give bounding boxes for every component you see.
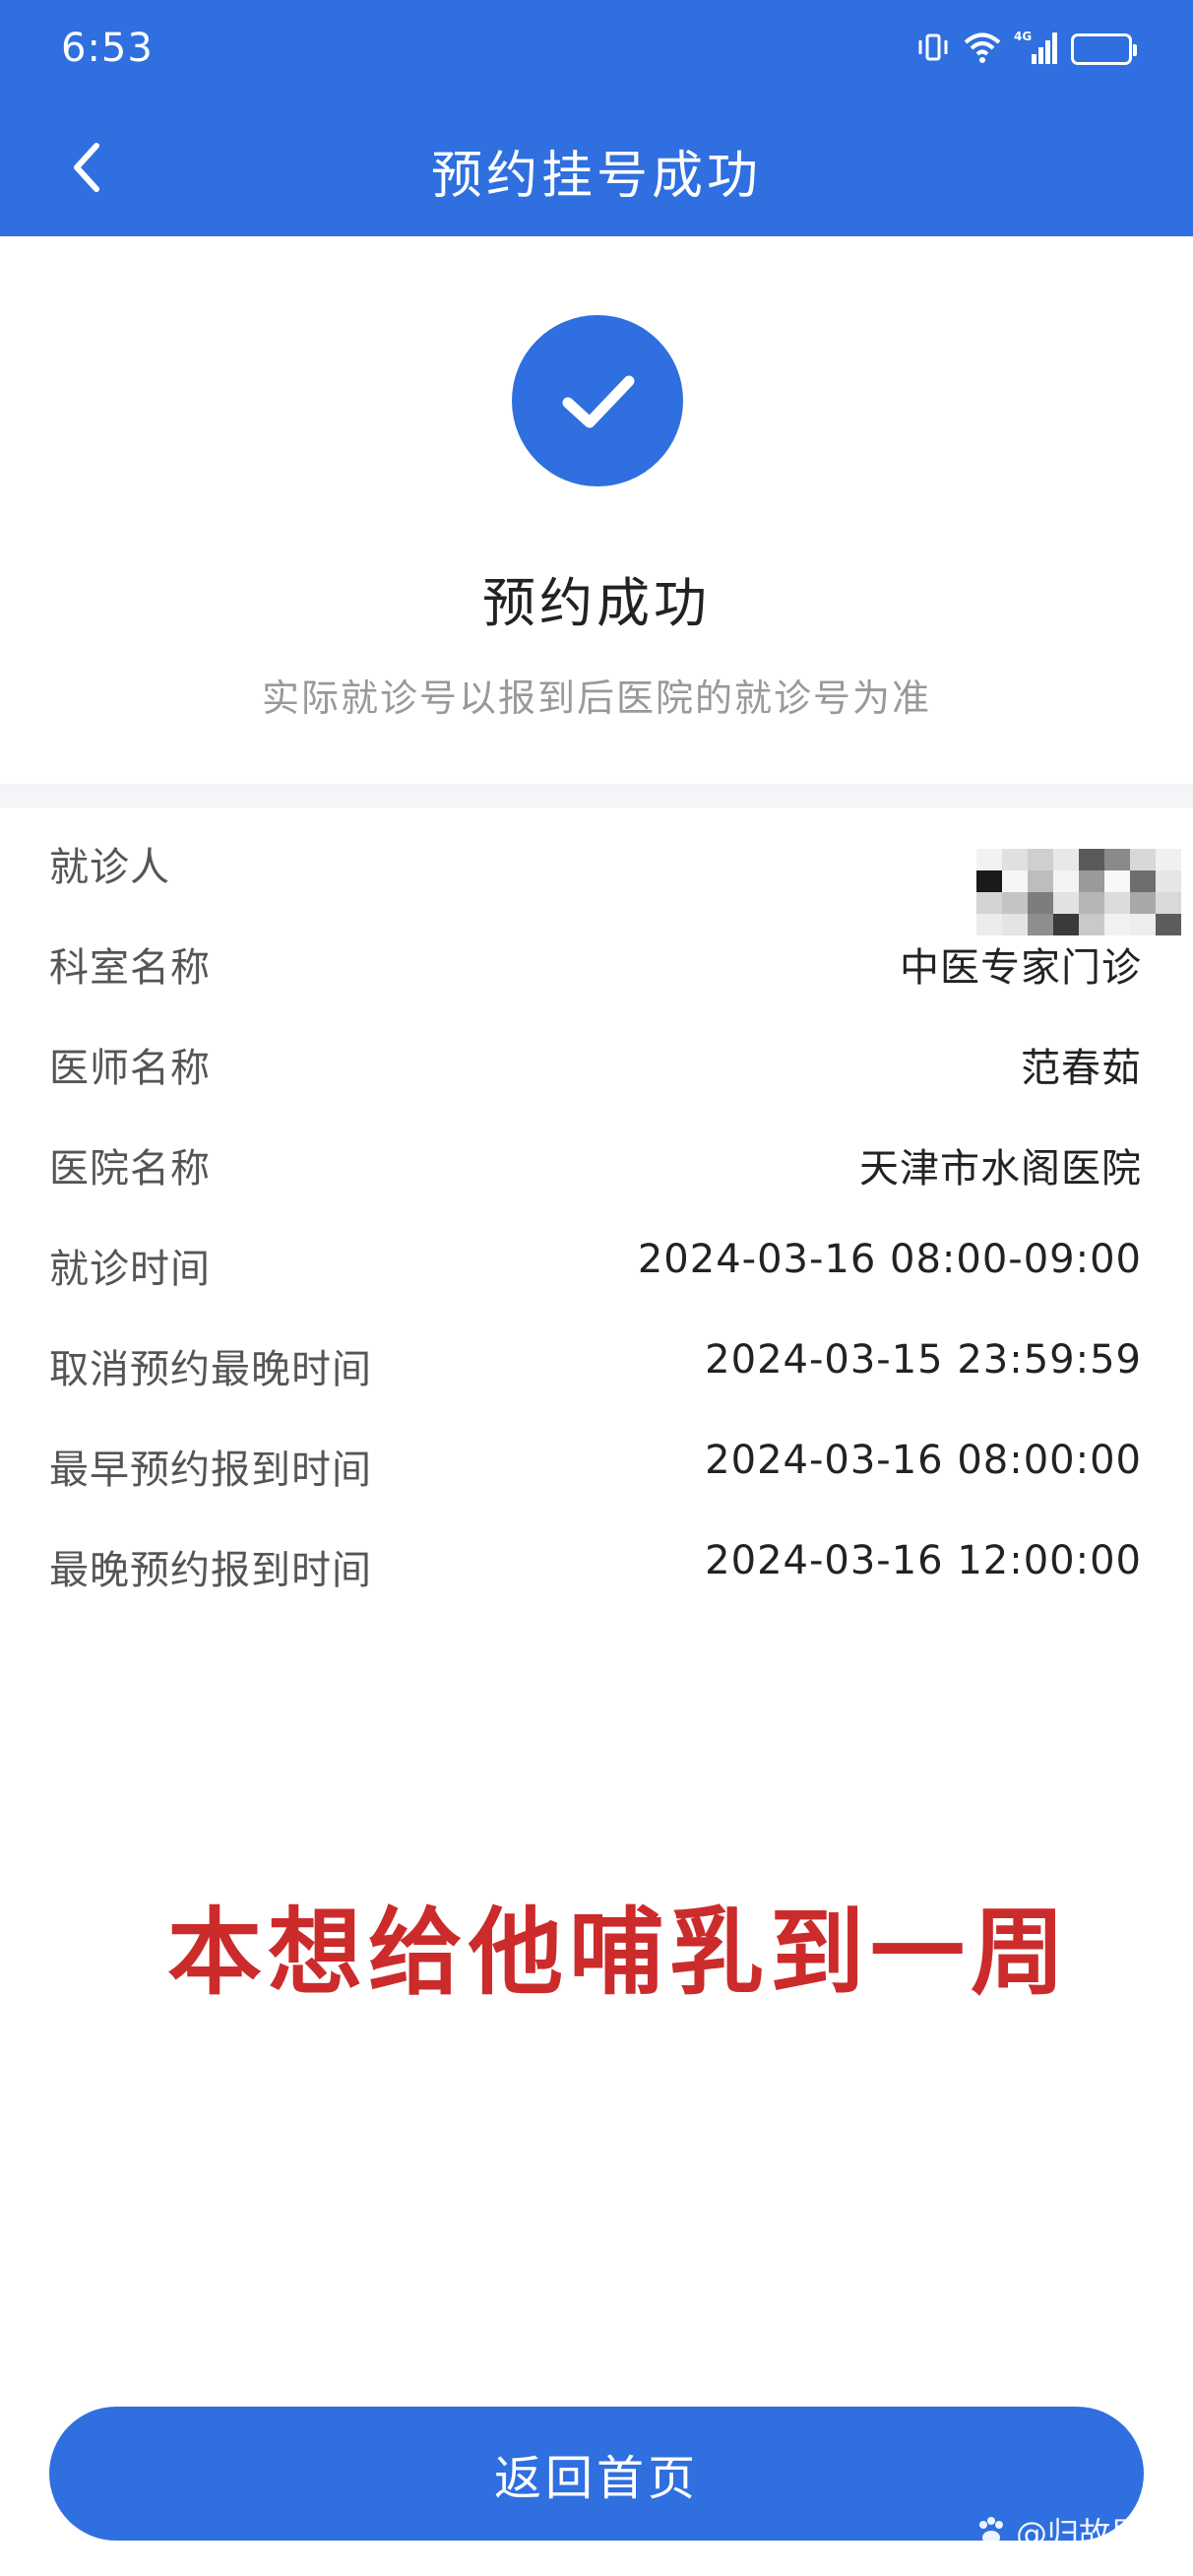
header: 6:53 4G 91 预约挂号成功 — [0, 0, 1193, 236]
detail-label: 取消预约最晚时间 — [49, 1347, 372, 1392]
detail-value: 天津市水阁医院 — [859, 1146, 1142, 1191]
detail-row-visit-time: 就诊时间 2024-03-16 08:00-09:00 — [0, 1209, 1193, 1310]
checkmark-icon — [562, 375, 635, 428]
detail-label: 最早预约报到时间 — [49, 1448, 372, 1493]
detail-label: 医院名称 — [49, 1146, 211, 1191]
detail-value: 2024-03-15 23:59:59 — [705, 1337, 1142, 1383]
signal-4g-icon: 4G — [1014, 29, 1059, 70]
watermark-text: @归故里亚 — [1015, 2515, 1173, 2552]
detail-value: 2024-03-16 08:00-09:00 — [637, 1237, 1142, 1282]
detail-row-hospital: 医院名称 天津市水阁医院 — [0, 1109, 1193, 1209]
detail-row-doctor: 医师名称 范春茹 — [0, 1008, 1193, 1109]
appointment-details: 就诊人 科室名称 中医专家门诊 医师名称 范春茹 医院名称 天津市水阁医院 就诊… — [0, 807, 1193, 1611]
detail-label: 就诊时间 — [49, 1247, 211, 1292]
detail-label: 就诊人 — [49, 845, 170, 890]
detail-row-cancel-deadline: 取消预约最晚时间 2024-03-15 23:59:59 — [0, 1310, 1193, 1410]
status-bar: 6:53 4G 91 — [0, 0, 1193, 98]
detail-value: 2024-03-16 12:00:00 — [705, 1538, 1142, 1583]
success-section: 预约成功 实际就诊号以报到后医院的就诊号为准 — [0, 236, 1193, 784]
status-time: 6:53 — [61, 26, 154, 71]
check-circle-icon — [512, 315, 683, 486]
overlay-caption: 本想给他哺乳到一周 — [167, 1898, 1071, 2008]
network-label: 4G — [1014, 30, 1032, 43]
watermark: @归故里亚 — [974, 2509, 1173, 2554]
nav-bar: 预约挂号成功 — [0, 118, 1193, 217]
wifi-icon — [963, 30, 1002, 69]
detail-row-latest-checkin: 最晚预约报到时间 2024-03-16 12:00:00 — [0, 1511, 1193, 1611]
section-divider — [0, 784, 1193, 807]
detail-value: 2024-03-16 08:00:00 — [705, 1438, 1142, 1483]
detail-row-patient: 就诊人 — [0, 807, 1193, 935]
success-note: 实际就诊号以报到后医院的就诊号为准 — [261, 676, 931, 720]
battery-indicator: 91 — [1071, 33, 1137, 65]
detail-value: 范春茹 — [1021, 1046, 1142, 1091]
success-title: 预约成功 — [482, 572, 711, 634]
detail-label: 医师名称 — [49, 1046, 211, 1091]
vibrate-icon — [915, 30, 951, 69]
detail-label: 最晚预约报到时间 — [49, 1548, 372, 1593]
page-title: 预约挂号成功 — [430, 147, 762, 206]
battery-level: 91 — [1086, 36, 1117, 62]
status-icons: 4G 91 — [915, 28, 1137, 71]
detail-value: 中医专家门诊 — [900, 945, 1142, 991]
paw-icon — [978, 2517, 1003, 2544]
detail-row-earliest-checkin: 最早预约报到时间 2024-03-16 08:00:00 — [0, 1410, 1193, 1511]
detail-label: 科室名称 — [49, 945, 211, 991]
detail-row-department: 科室名称 中医专家门诊 — [0, 908, 1193, 1008]
